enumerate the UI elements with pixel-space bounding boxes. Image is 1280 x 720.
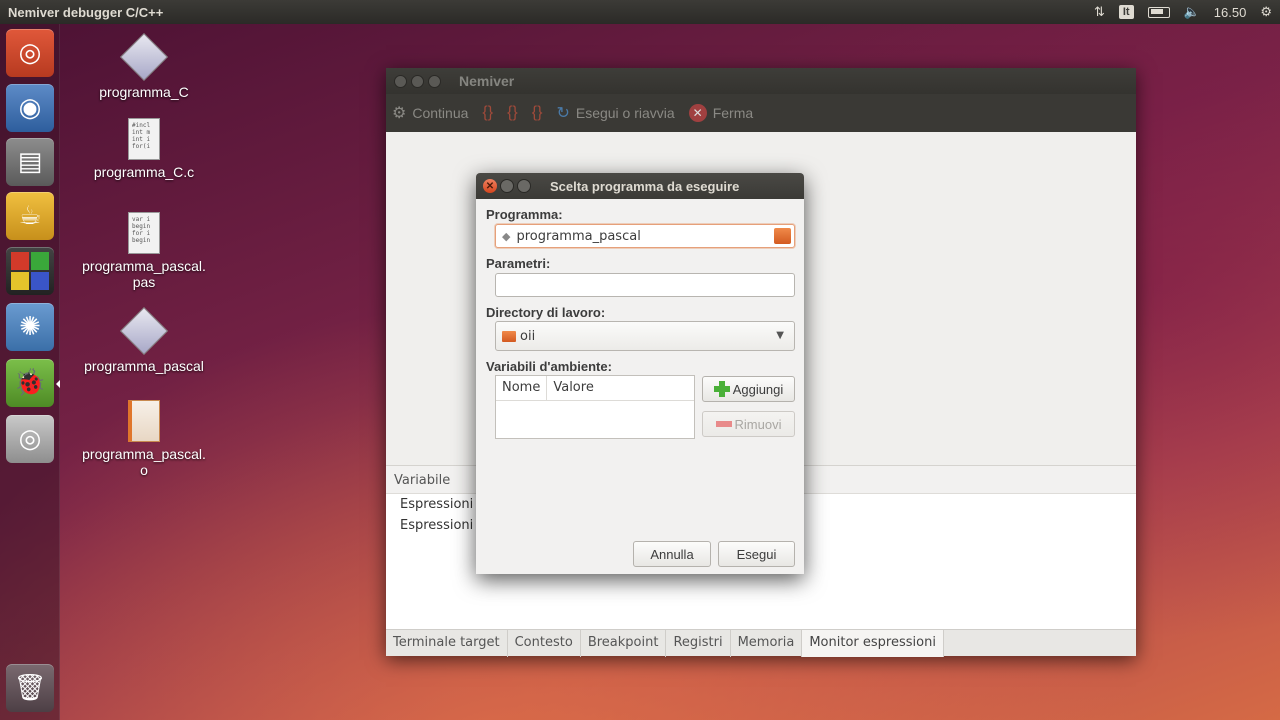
desktop-icon-programma-pascal-pas[interactable]: var i begin for i begin programma_pascal. … (74, 212, 214, 290)
stop-icon: ✕ (688, 104, 707, 122)
desktop-icon-label-line2: pas (132, 274, 156, 290)
nemiver-toolbar: ⚙ Continua {} {} {} ↻ Esegui o riavvia ✕… (386, 94, 1136, 132)
add-env-button[interactable]: Aggiungi (702, 376, 795, 402)
refresh-icon: ↻ (556, 105, 570, 122)
ubuntu-dash-icon[interactable]: ◎ (6, 29, 54, 77)
workdir-combo[interactable]: oii ▼ (495, 321, 795, 351)
window-title: Nemiver (459, 73, 515, 89)
top-panel: Nemiver debugger C/C++ ⇅ It 🔈 16.50 ⚙ (0, 0, 1280, 24)
executable-icon (119, 306, 169, 356)
nemiver-icon[interactable]: 🐞 (6, 359, 54, 407)
step-over-icon: {} (482, 104, 494, 121)
env-label: Variabili d'ambiente: (486, 359, 612, 374)
env-column-name[interactable]: Nome (496, 376, 548, 400)
executable-icon (119, 32, 169, 82)
params-field[interactable] (495, 273, 795, 297)
workdir-value: oii (520, 328, 536, 344)
active-app-title: Nemiver debugger C/C++ (8, 4, 164, 20)
text-file-icon: #incl int m int i for(i (128, 118, 160, 160)
maximize-button[interactable] (517, 179, 531, 193)
teapot-icon[interactable]: ☕ (6, 192, 54, 240)
continue-button[interactable]: ⚙ Continua (392, 103, 468, 123)
cancel-button[interactable]: Annulla (633, 541, 711, 567)
desktop-icon-programma-pascal-o[interactable]: programma_pascal. o (74, 400, 214, 478)
gear-icon[interactable]: ⚙ (1260, 4, 1272, 20)
launcher: ◎ ◉ ▤ ☕ ✺ 🐞 ◎ 🗑 (0, 24, 60, 720)
desktop-icon-label: programma_pascal (84, 358, 204, 374)
desktop-icon-label-line2: o (140, 462, 148, 478)
files-icon[interactable]: ▤ (6, 138, 54, 186)
text-file-icon: var i begin for i begin (128, 212, 160, 254)
indicators: ⇅ It 🔈 16.50 ⚙ (1094, 4, 1272, 20)
desktop-icon-label-line1: programma_pascal. (82, 258, 206, 274)
add-env-label: Aggiungi (732, 381, 784, 397)
battery-icon[interactable] (1147, 6, 1170, 18)
chevron-down-icon: ▼ (776, 330, 784, 341)
dvd-icon[interactable]: ◎ (6, 415, 54, 463)
folder-icon (502, 330, 516, 342)
executable-icon: ◆ (502, 229, 511, 243)
continue-label: Continua (412, 105, 469, 121)
tab-memoria[interactable]: Memoria (731, 629, 803, 657)
dialog-titlebar[interactable]: ✕ Scelta programma da eseguire (476, 173, 804, 199)
remove-env-label: Rimuovi (734, 416, 782, 432)
workdir-label: Directory di lavoro: (486, 305, 606, 320)
trash-icon[interactable]: 🗑 (6, 664, 54, 712)
run-button[interactable]: Esegui (718, 541, 795, 567)
minimize-button[interactable] (500, 179, 514, 193)
step-out-icon: {} (531, 104, 543, 121)
step-over-button[interactable]: {} (482, 104, 493, 122)
desktop-icon-programma-c[interactable]: programma_C (74, 32, 214, 100)
step-into-icon: {} (507, 104, 518, 121)
program-field[interactable]: ◆ programma_pascal (495, 224, 795, 248)
desktop-icon-label-line1: programma_pascal. (82, 446, 206, 462)
browse-folder-icon[interactable] (774, 228, 791, 244)
network-icon[interactable]: ⇅ (1094, 4, 1105, 20)
desktop-icon-label: programma_C (99, 84, 189, 100)
clock[interactable]: 16.50 (1214, 5, 1247, 20)
desktop-icon-label: programma_C.c (93, 164, 195, 180)
remove-env-button[interactable]: Rimuovi (702, 411, 795, 437)
stop-button[interactable]: ✕ Ferma (688, 104, 754, 122)
program-label: Programma: (486, 207, 563, 222)
keyboard-layout-indicator[interactable]: It (1118, 5, 1134, 19)
run-label: Esegui (736, 546, 777, 562)
active-app-arrow-icon (56, 380, 60, 388)
close-button[interactable] (394, 74, 407, 88)
tab-registri[interactable]: Registri (666, 629, 731, 657)
nemiver-titlebar[interactable]: Nemiver (386, 68, 1136, 94)
minus-icon (715, 421, 732, 427)
cancel-label: Annulla (650, 546, 694, 562)
env-table-header: Nome Valore (496, 376, 694, 401)
step-out-button[interactable]: {} (532, 104, 543, 122)
desktop-icon-programma-c-source[interactable]: #incl int m int i for(i programma_C.c (74, 118, 214, 180)
tab-contesto[interactable]: Contesto (508, 629, 581, 657)
tab-terminale-target[interactable]: Terminale target (386, 629, 508, 657)
minimize-button[interactable] (411, 74, 424, 88)
desktop-icon-programma-pascal[interactable]: programma_pascal (74, 306, 214, 374)
tab-breakpoint[interactable]: Breakpoint (581, 629, 667, 657)
settings-icon[interactable]: ✺ (6, 303, 54, 351)
env-vars-table[interactable]: Nome Valore (495, 375, 695, 439)
tab-monitor-espressioni[interactable]: Monitor espressioni (802, 629, 944, 657)
dialog-title: Scelta programma da eseguire (550, 178, 740, 194)
office-icon[interactable] (6, 247, 54, 295)
nemiver-tabs: Terminale target Contesto Breakpoint Reg… (386, 629, 1136, 657)
program-value: programma_pascal (516, 228, 641, 244)
close-icon[interactable]: ✕ (483, 179, 497, 193)
stop-label: Ferma (712, 105, 754, 121)
volume-icon[interactable]: 🔈 (1184, 4, 1200, 20)
gears-icon: ⚙ (392, 105, 407, 122)
run-restart-label: Esegui o riavvia (575, 105, 675, 121)
choose-program-dialog: ✕ Scelta programma da eseguire Programma… (476, 173, 804, 574)
plus-icon (713, 381, 730, 397)
object-file-icon (128, 400, 160, 442)
step-into-button[interactable]: {} (507, 104, 518, 122)
run-restart-button[interactable]: ↻ Esegui o riavvia (556, 103, 674, 123)
maximize-button[interactable] (428, 74, 441, 88)
chromium-icon[interactable]: ◉ (6, 84, 54, 132)
env-column-value[interactable]: Valore (547, 376, 599, 400)
params-label: Parametri: (486, 256, 551, 271)
